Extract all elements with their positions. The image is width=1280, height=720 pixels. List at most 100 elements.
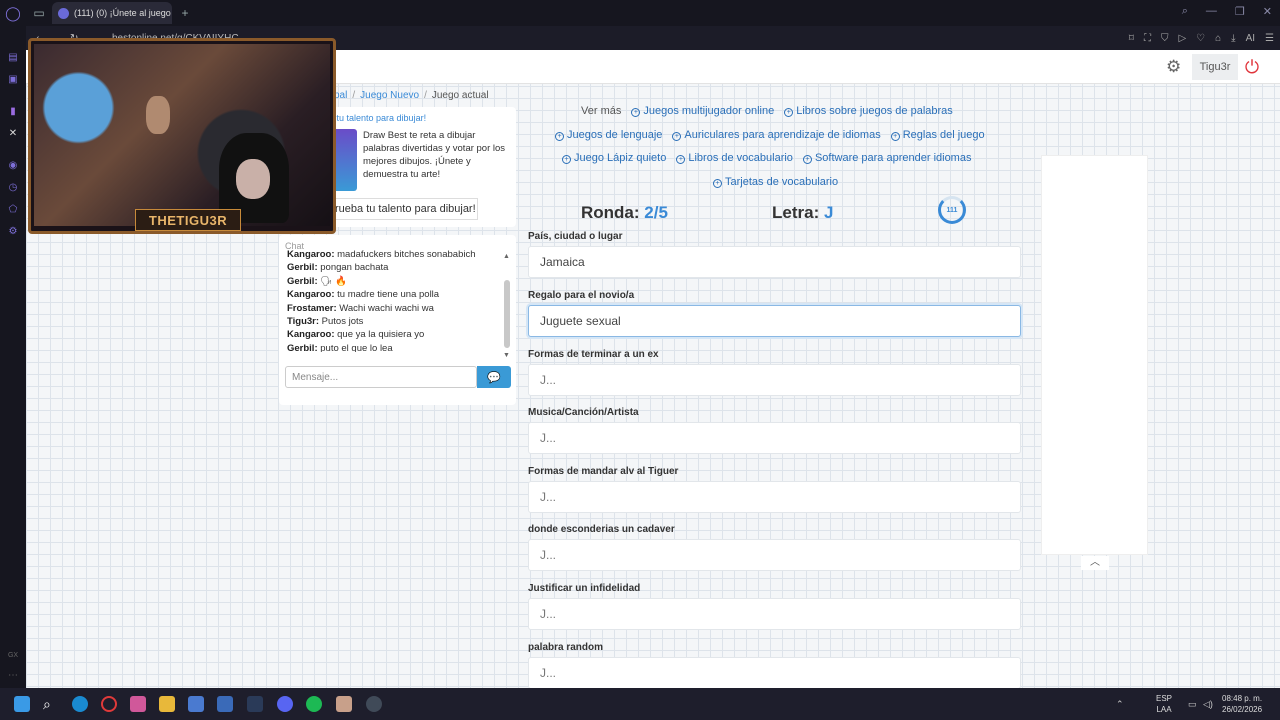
breadcrumb-new-game[interactable]: Juego Nuevo: [360, 90, 419, 101]
chat-message-input[interactable]: Mensaje...: [285, 366, 477, 388]
opera-gx-icon[interactable]: [101, 696, 117, 712]
new-tab-button[interactable]: +: [172, 0, 198, 26]
answer-input[interactable]: J...: [528, 422, 1021, 454]
snapshot-icon[interactable]: ⛶: [1144, 33, 1151, 44]
clock[interactable]: 08:48 p. m. 26/02/2026: [1222, 693, 1262, 715]
windows-start-icon[interactable]: [14, 696, 30, 712]
gear-icon[interactable]: ⚙: [1166, 58, 1184, 76]
tag-link[interactable]: + Auriculares para aprendizaje de idiomas: [672, 129, 881, 141]
discord-icon[interactable]: [277, 696, 293, 712]
search-icon[interactable]: ⌕: [1182, 5, 1188, 18]
minimize-icon[interactable]: —: [1206, 5, 1217, 18]
folder-icon[interactable]: [159, 696, 175, 712]
plus-icon: +: [890, 132, 900, 141]
spotify-icon[interactable]: [306, 696, 322, 712]
obs-icon[interactable]: [366, 696, 382, 712]
collapse-button[interactable]: ︿: [1081, 556, 1109, 570]
workspaces-icon[interactable]: ▤: [7, 52, 19, 64]
answer-input[interactable]: J...: [528, 481, 1021, 513]
messenger-icon[interactable]: ▣: [7, 74, 19, 86]
history-icon[interactable]: ◷: [7, 182, 19, 194]
language-indicator[interactable]: ESP LAA: [1156, 693, 1172, 715]
chevron-down-icon[interactable]: ▼: [503, 352, 510, 359]
chat-bubble-icon: 💬: [487, 371, 501, 384]
browser-tab-active[interactable]: (111) (0) ¡Únete al juego Ba ×: [52, 2, 172, 24]
chat-username: Frostamer:: [287, 302, 337, 314]
answer-input[interactable]: Juguete sexual: [528, 305, 1021, 337]
pinboard-icon[interactable]: ⬠: [7, 204, 19, 216]
breadcrumb: pal / Juego Nuevo / Juego actual: [334, 90, 489, 101]
bookmark-icon[interactable]: ⌑: [1129, 33, 1134, 44]
promo-text: Draw Best te reta a dibujar palabras div…: [363, 130, 506, 180]
chat-scrollbar-thumb[interactable]: [504, 280, 510, 348]
more-icon[interactable]: ⋯: [7, 670, 19, 682]
chat-username: Gerbil:: [287, 342, 318, 352]
tags-row-3: + Juego Lápiz quieto + Libros de vocabular…: [562, 152, 971, 164]
tags-row-1: Ver más + Juegos multijugador online + Lib…: [581, 105, 953, 117]
tag-link[interactable]: + Tarjetas de vocabulario: [713, 176, 838, 188]
mail-icon[interactable]: [217, 696, 233, 712]
shield-icon[interactable]: ⛉: [1161, 33, 1169, 44]
plus-icon: +: [802, 155, 812, 164]
tags-row-4: + Tarjetas de vocabulario: [713, 176, 838, 188]
x-icon[interactable]: ✕: [7, 128, 19, 140]
chat-text: madafuckers bitches sonababich: [337, 249, 476, 260]
tab-title: (111) (0) ¡Únete al juego Ba: [74, 8, 172, 18]
wallet-icon[interactable]: ⌂: [1215, 33, 1221, 44]
chat-username: Gerbil:: [287, 275, 318, 287]
clock-date: 26/02/2026: [1222, 705, 1263, 714]
user-button[interactable]: Tigu3r: [1192, 54, 1238, 80]
heart-icon[interactable]: ♡: [1196, 33, 1205, 44]
tag-link[interactable]: + Juego Lápiz quieto: [562, 152, 666, 164]
letter-value: J: [823, 203, 834, 222]
tag-link[interactable]: + Reglas del juego: [890, 129, 985, 141]
search-icon[interactable]: ⌕: [43, 696, 59, 712]
steam-icon[interactable]: [247, 696, 263, 712]
tag-link[interactable]: + Juegos de lenguaje: [555, 129, 662, 141]
play-icon[interactable]: ▷: [1178, 33, 1186, 44]
copilot-icon[interactable]: [130, 696, 146, 712]
answer-input[interactable]: J...: [528, 598, 1021, 630]
power-icon[interactable]: ⏻: [1242, 57, 1262, 77]
tag-link[interactable]: + Juegos multijugador online: [631, 105, 774, 117]
chevron-up-icon[interactable]: ▲: [503, 253, 510, 260]
menu-icon[interactable]: ☰: [1265, 33, 1274, 44]
send-message-button[interactable]: 💬: [477, 366, 511, 388]
tag-link[interactable]: + Libros sobre juegos de palabras: [784, 105, 953, 117]
answer-input[interactable]: J...: [528, 657, 1021, 688]
network-icon[interactable]: ▭: [1188, 699, 1197, 710]
chat-message: Gerbil: 🗣 🔥: [287, 275, 499, 288]
clock-time: 08:48 p. m.: [1222, 694, 1263, 703]
plus-icon: +: [672, 132, 682, 141]
store-icon[interactable]: [188, 696, 204, 712]
tag-link[interactable]: + Libros de vocabulario: [676, 152, 793, 164]
field-label: Musica/Canción/Artista: [528, 407, 639, 418]
player-icon[interactable]: ◉: [7, 160, 19, 172]
answer-input[interactable]: Jamaica: [528, 246, 1021, 278]
chat-message: Kangaroo: madafuckers bitches sonababich: [287, 248, 499, 261]
chat-text: 🗣 🔥: [320, 275, 347, 287]
promo-title: a tu talento para dibujar!: [329, 113, 427, 123]
volume-icon[interactable]: ◁): [1203, 699, 1213, 710]
download-icon[interactable]: ⤓: [1231, 33, 1235, 44]
close-icon[interactable]: ✕: [1263, 5, 1272, 18]
edge-icon[interactable]: [72, 696, 88, 712]
settings-icon[interactable]: ⚙: [7, 226, 19, 238]
round-value: 2/5: [644, 203, 668, 222]
ai-button[interactable]: AI: [1246, 33, 1255, 44]
promo-button[interactable]: rueba tu talento para dibujar!: [328, 198, 478, 220]
answer-input[interactable]: J...: [528, 539, 1021, 571]
opera-logo-icon[interactable]: ◯: [0, 0, 26, 26]
restore-icon[interactable]: ❐: [1235, 5, 1245, 18]
chevron-up-icon[interactable]: ⌃: [1116, 699, 1124, 710]
plus-icon: +: [631, 108, 641, 117]
app-icon[interactable]: [336, 696, 352, 712]
tab-switcher-icon[interactable]: ▭: [26, 0, 52, 26]
lang-bottom: LAA: [1156, 705, 1172, 714]
webcam-face: [236, 159, 270, 199]
tag-link[interactable]: + Software para aprender idiomas: [802, 152, 971, 164]
answer-input[interactable]: J...: [528, 364, 1021, 396]
webcam-poster: [146, 96, 170, 134]
twitch-icon[interactable]: ▮: [7, 106, 19, 118]
breadcrumb-home[interactable]: pal: [334, 90, 347, 101]
